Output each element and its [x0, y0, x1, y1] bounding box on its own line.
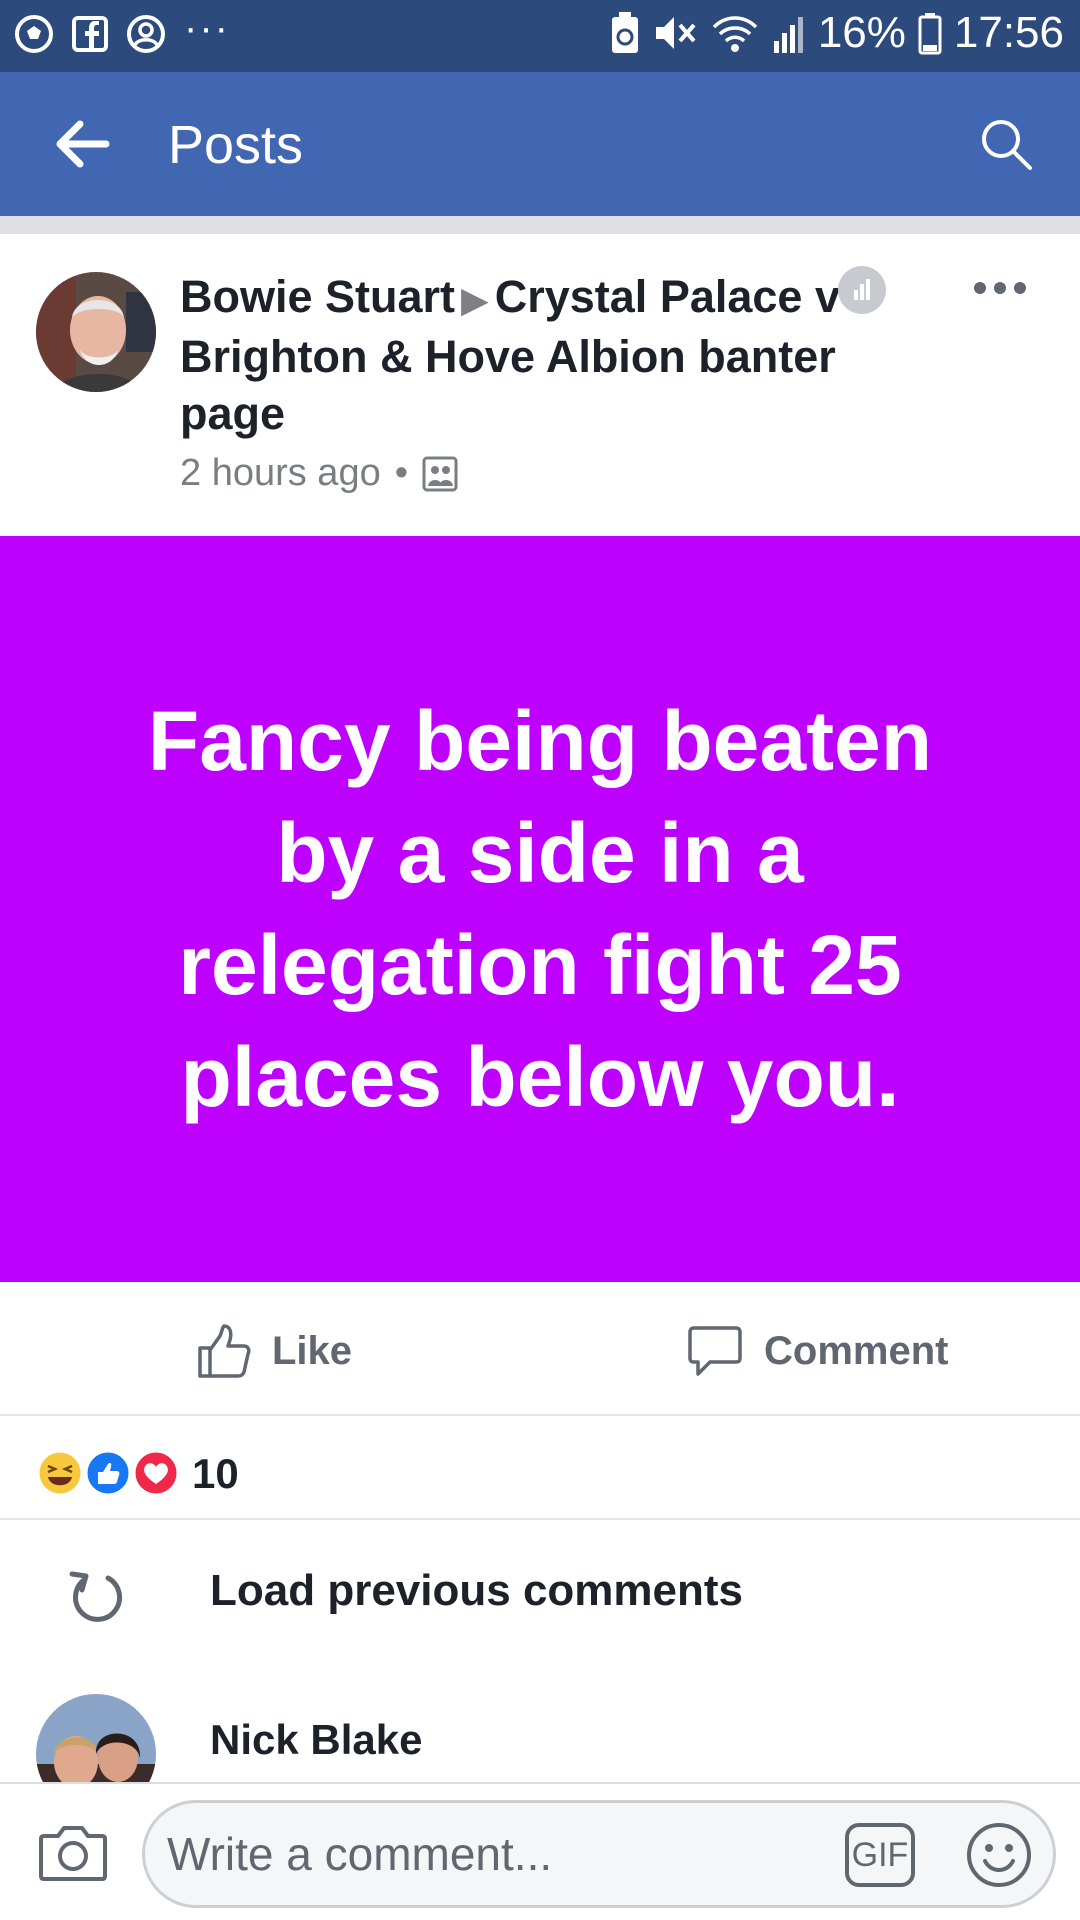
comment-composer: GIF [0, 1782, 1080, 1920]
audience-group-icon [422, 456, 458, 491]
page-title: Posts [168, 115, 304, 175]
meta-separator: • [394, 452, 409, 494]
reaction-icons [36, 1449, 180, 1497]
commenter-name[interactable]: Nick Blake [210, 1716, 422, 1764]
mute-icon [655, 17, 696, 49]
thumbs-up-icon [198, 1324, 251, 1378]
post-timestamp[interactable]: 2 hours ago [180, 452, 381, 495]
camera-icon[interactable] [38, 1822, 108, 1884]
comment-bubble-icon [688, 1326, 742, 1376]
post-text-background[interactable]: Fancy being beaten by a side in a relega… [0, 536, 1080, 1282]
recycle-battery-saver-icon [611, 12, 638, 53]
account-icon [127, 15, 165, 53]
comment-input-container[interactable]: GIF [142, 1800, 1056, 1908]
emoji-icon[interactable] [965, 1821, 1033, 1889]
author-avatar[interactable] [36, 272, 156, 392]
shared-to-arrow-icon: ▶ [461, 279, 489, 320]
status-bar: ··· 16% 17:56 [0, 0, 1080, 72]
post-options-icon[interactable] [972, 278, 1028, 298]
clock-time: 17:56 [953, 8, 1064, 57]
post-meta: 2 hours ago • [180, 452, 458, 495]
search-icon[interactable] [978, 116, 1034, 172]
soccer-ball-icon [15, 15, 53, 53]
post-author-line: Bowie Stuart ▶ Crystal Palace v Brighton &… [180, 268, 860, 442]
refresh-icon [69, 1571, 123, 1622]
comment-button[interactable]: Comment [686, 1322, 948, 1380]
wifi-icon [712, 16, 758, 52]
load-previous-label: Load previous comments [210, 1566, 744, 1615]
notification-more-dots: ··· [184, 6, 230, 50]
love-reaction-icon [132, 1449, 180, 1497]
back-arrow-icon[interactable] [54, 118, 110, 170]
gif-button[interactable]: GIF [845, 1823, 915, 1887]
load-previous-comments[interactable]: Load previous comments [0, 1520, 1080, 1660]
post-text: Fancy being beaten by a side in a relega… [147, 694, 933, 1124]
reaction-count: 10 [192, 1450, 239, 1497]
facebook-icon [72, 16, 108, 52]
status-bar-right: 16% 17:56 [610, 8, 1064, 58]
status-bar-left: ··· [14, 8, 230, 54]
stats-badge-icon [838, 266, 886, 314]
reactions-summary[interactable]: 10 [0, 1416, 1080, 1520]
like-label: Like [272, 1328, 353, 1373]
comment-input[interactable] [167, 1803, 827, 1905]
battery-percent: 16% [817, 8, 906, 57]
post-actions-bar: Like Comment [0, 1282, 1080, 1416]
header-divider [0, 216, 1080, 234]
comment-label: Comment [764, 1328, 949, 1373]
top-app-bar: Posts [0, 72, 1080, 216]
haha-reaction-icon [36, 1449, 84, 1497]
like-button[interactable]: Like [194, 1322, 352, 1380]
signal-icon [773, 17, 803, 53]
author-name[interactable]: Bowie Stuart [180, 271, 455, 322]
like-reaction-icon [84, 1449, 132, 1497]
battery-icon [918, 13, 942, 55]
